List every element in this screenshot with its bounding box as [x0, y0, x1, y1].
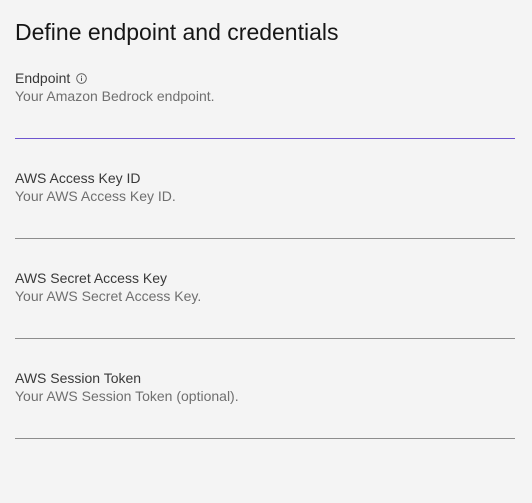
secret-access-key-help-text: Your AWS Secret Access Key.: [15, 288, 202, 304]
session-token-help-text: Your AWS Session Token (optional).: [15, 388, 239, 404]
endpoint-label-row: Endpoint: [15, 69, 88, 87]
session-token-label: AWS Session Token: [15, 370, 142, 386]
info-circle-icon-graphic: [76, 72, 88, 84]
session-token-field-group: AWS Session Token Your AWS Session Token…: [15, 369, 515, 449]
access-key-id-input[interactable]: [15, 207, 515, 239]
access-key-id-help-text: Your AWS Access Key ID.: [15, 188, 176, 204]
endpoint-field-group: Endpoint Your Amazon Bedrock endpoint.: [15, 69, 515, 149]
secret-access-key-label: AWS Secret Access Key: [15, 270, 167, 286]
endpoint-help-text: Your Amazon Bedrock endpoint.: [15, 88, 215, 104]
access-key-id-label: AWS Access Key ID: [15, 170, 141, 186]
secret-access-key-input[interactable]: [15, 307, 515, 339]
page-title: Define endpoint and credentials: [15, 19, 339, 45]
endpoint-input[interactable]: [15, 107, 515, 139]
session-token-input[interactable]: [15, 407, 515, 439]
info-circle-icon[interactable]: [76, 72, 88, 84]
secret-access-key-field-group: AWS Secret Access Key Your AWS Secret Ac…: [15, 269, 515, 349]
endpoint-label: Endpoint: [15, 70, 71, 86]
access-key-id-field-group: AWS Access Key ID Your AWS Access Key ID…: [15, 169, 515, 249]
